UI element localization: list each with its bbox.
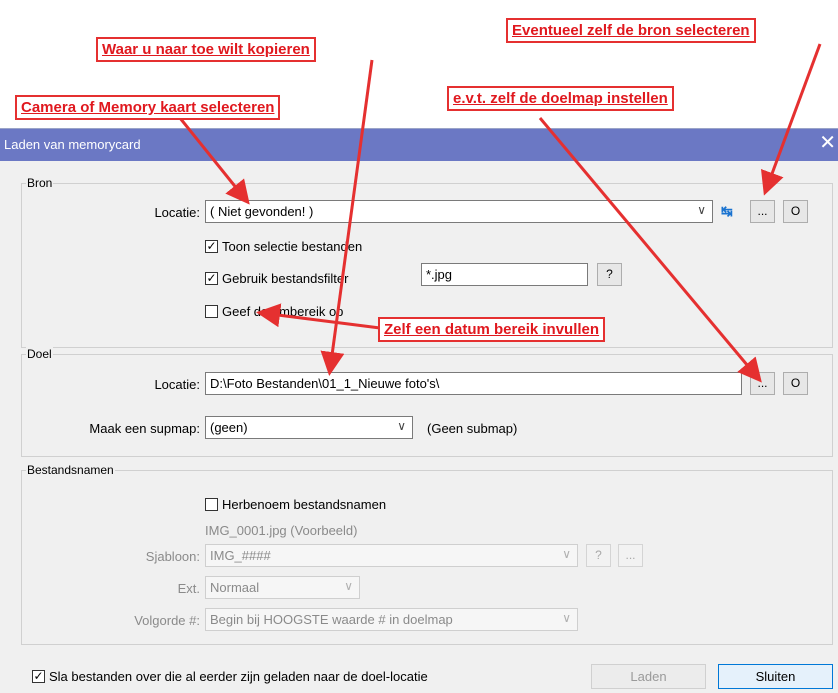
herbenoem-label: Herbenoem bestandsnamen: [222, 497, 387, 512]
dialog-title: Laden van memorycard: [4, 137, 141, 152]
chevron-down-icon: ∨: [562, 611, 571, 625]
doel-browse-button[interactable]: ...: [750, 372, 775, 395]
bron-locatie-value: ( Niet gevonden! ): [210, 204, 314, 219]
doel-o-button[interactable]: O: [783, 372, 808, 395]
submap-hint: (Geen submap): [427, 421, 518, 436]
filter-help-button[interactable]: ?: [597, 263, 622, 286]
doel-group: Doel: [21, 347, 833, 457]
laden-button[interactable]: Laden: [591, 664, 706, 689]
sjabloon-dots-button[interactable]: ...: [618, 544, 643, 567]
bron-locatie-select[interactable]: ( Niet gevonden! ) ∨: [205, 200, 713, 223]
bron-locatie-label: Locatie:: [154, 205, 200, 220]
annotation-camera: Camera of Memory kaart selecteren: [15, 95, 281, 120]
volgorde-label: Volgorde #:: [134, 613, 200, 628]
volgorde-value: Begin bij HOOGSTE waarde # in doelmap: [210, 612, 453, 627]
ext-value: Normaal: [210, 580, 260, 595]
doel-locatie-input[interactable]: D:\Foto Bestanden\01_1_Nieuwe foto's\: [205, 372, 742, 395]
example-filename: IMG_0001.jpg (Voorbeeld): [205, 523, 358, 538]
bron-o-button[interactable]: O: [783, 200, 808, 223]
sluiten-button[interactable]: Sluiten: [718, 664, 833, 689]
dialog-titlebar: Laden van memorycard ✕: [0, 129, 838, 161]
chevron-down-icon: ∨: [397, 419, 406, 433]
bron-group-label: Bron: [26, 176, 54, 190]
bron-browse-button[interactable]: ...: [750, 200, 775, 223]
chevron-down-icon: ∨: [562, 547, 571, 561]
annotation-bron-selecteren: Eventueel zelf de bron selecteren: [506, 18, 756, 43]
annotation-kopieren: Waar u naar toe wilt kopieren: [96, 37, 316, 62]
skip-label: Sla bestanden over die al eerder zijn ge…: [49, 669, 428, 684]
skip-checkbox[interactable]: ✓: [32, 670, 45, 683]
sjabloon-value: IMG_####: [210, 548, 271, 563]
toon-selectie-checkbox[interactable]: ✓: [205, 240, 218, 253]
annotation-doelmap: e.v.t. zelf de doelmap instellen: [447, 86, 674, 111]
submap-label: Maak een supmap:: [89, 421, 200, 436]
datum-label: Geef datumbereik op: [222, 304, 344, 319]
bestandsnamen-group-label: Bestandsnamen: [26, 463, 115, 477]
dialog-window: Laden van memorycard ✕ Bron Locatie: ( N…: [0, 128, 838, 693]
sjabloon-help-button[interactable]: ?: [586, 544, 611, 567]
gebruik-filter-checkbox[interactable]: ✓: [205, 272, 218, 285]
toon-selectie-label: Toon selectie bestanden: [222, 239, 363, 254]
doel-locatie-label: Locatie:: [154, 377, 200, 392]
submap-select[interactable]: (geen) ∨: [205, 416, 413, 439]
ext-label: Ext.: [177, 581, 200, 596]
volgorde-select[interactable]: Begin bij HOOGSTE waarde # in doelmap ∨: [205, 608, 578, 631]
close-icon[interactable]: ✕: [819, 133, 836, 153]
submap-value: (geen): [210, 420, 248, 435]
annotation-datum: Zelf een datum bereik invullen: [378, 317, 606, 342]
sjabloon-select[interactable]: IMG_#### ∨: [205, 544, 578, 567]
chevron-down-icon: ∨: [697, 203, 706, 217]
refresh-icon[interactable]: ↹: [721, 203, 733, 220]
herbenoem-checkbox[interactable]: [205, 498, 218, 511]
sjabloon-label: Sjabloon:: [145, 549, 200, 564]
ext-select[interactable]: Normaal ∨: [205, 576, 360, 599]
chevron-down-icon: ∨: [344, 579, 353, 593]
doel-group-label: Doel: [26, 347, 53, 361]
datum-checkbox[interactable]: [205, 305, 218, 318]
filter-input[interactable]: *.jpg: [421, 263, 588, 286]
gebruik-filter-label: Gebruik bestandsfilter: [222, 271, 349, 286]
